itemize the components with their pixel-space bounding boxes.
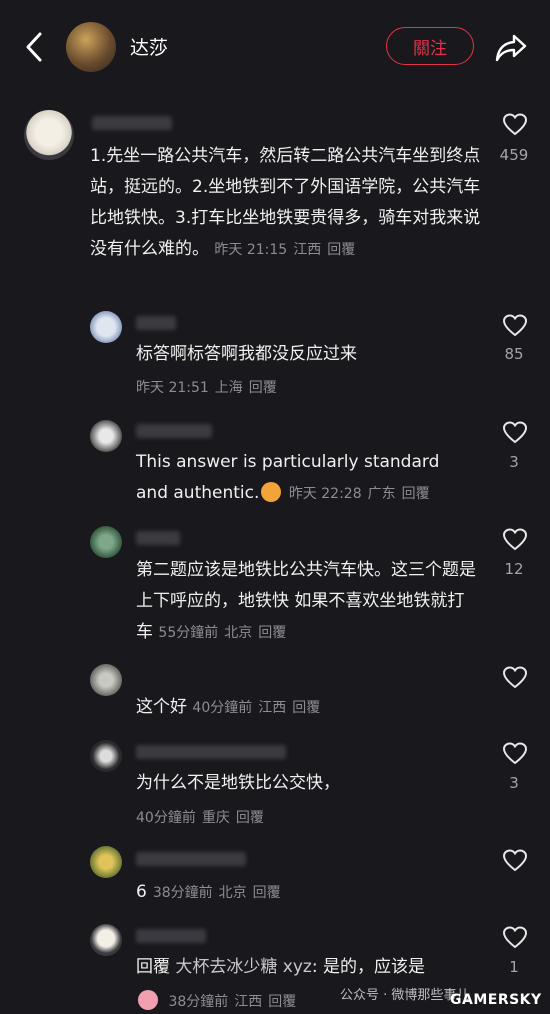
like-count: 459 bbox=[499, 146, 529, 164]
comment-meta: 40分鐘前 江西 回覆 bbox=[192, 700, 326, 716]
like-count: 1 bbox=[509, 958, 519, 976]
follow-button[interactable]: 關注 bbox=[386, 27, 474, 65]
reply-prefix: 回覆 bbox=[136, 957, 170, 977]
comment-text: 回覆 大杯去冰少糖 xyz: 是的，应该是 bbox=[136, 957, 425, 977]
username-blurred bbox=[136, 852, 246, 866]
comment-text: 1.先坐一路公共汽车，然后转二路公共汽车坐到终点站，挺远的。2.坐地铁到不了外国… bbox=[90, 146, 481, 259]
heart-outline-icon[interactable] bbox=[502, 849, 528, 873]
watermark-gamersky: GAMERSKY bbox=[450, 992, 542, 1008]
avatar[interactable] bbox=[90, 924, 122, 956]
reply-button[interactable]: 回覆 bbox=[236, 810, 264, 826]
reply-button[interactable]: 回覆 bbox=[402, 486, 430, 502]
reply-button[interactable]: 回覆 bbox=[292, 700, 320, 716]
comment-text: 标答啊标答啊我都没反应过来 bbox=[136, 344, 357, 364]
reply-to-user[interactable]: 大杯去冰少糖 xyz bbox=[175, 957, 311, 977]
comment-meta: 40分鐘前 重庆 回覆 bbox=[136, 807, 270, 827]
comment-time: 40分鐘前 bbox=[192, 700, 253, 716]
username-blurred bbox=[136, 424, 212, 438]
username-blurred bbox=[136, 531, 180, 545]
emoji-icon bbox=[261, 482, 282, 502]
comment-meta: 55分鐘前 北京 回覆 bbox=[158, 625, 292, 641]
comment-location: 北京 bbox=[224, 625, 253, 641]
comment-text: 这个好 40分鐘前 江西 回覆 bbox=[136, 692, 476, 724]
comment-text: 为什么不是地铁比公交快， bbox=[136, 773, 340, 793]
reply-button[interactable]: 回覆 bbox=[327, 242, 355, 258]
avatar[interactable] bbox=[90, 311, 122, 343]
username-blurred bbox=[136, 929, 206, 943]
comment-location: 北京 bbox=[218, 885, 247, 901]
avatar[interactable] bbox=[90, 526, 122, 558]
reply-button[interactable]: 回覆 bbox=[249, 380, 277, 396]
share-icon[interactable] bbox=[494, 30, 528, 64]
comment-time: 昨天 21:51 bbox=[136, 380, 209, 396]
avatar[interactable] bbox=[24, 110, 74, 160]
heart-outline-icon[interactable] bbox=[502, 421, 528, 445]
comment-time: 55分鐘前 bbox=[158, 625, 219, 641]
like-count: 3 bbox=[509, 774, 519, 792]
comment-time: 昨天 21:15 bbox=[214, 242, 288, 258]
heart-outline-icon[interactable] bbox=[502, 926, 528, 950]
comment-time: 38分鐘前 bbox=[152, 885, 213, 901]
heart-outline-icon[interactable] bbox=[502, 314, 528, 338]
comment-location: 上海 bbox=[214, 380, 243, 396]
avatar[interactable] bbox=[90, 420, 122, 452]
username-blurred bbox=[136, 745, 286, 759]
like-count: 85 bbox=[504, 345, 524, 363]
comment-meta: 昨天 21:51 上海 回覆 bbox=[136, 377, 283, 397]
comment-meta: 昨天 22:28 广东 回覆 bbox=[289, 486, 436, 502]
heart-outline-icon[interactable] bbox=[502, 742, 528, 766]
emoji-icon bbox=[138, 990, 158, 1010]
avatar[interactable] bbox=[90, 740, 122, 772]
username-blurred bbox=[92, 116, 172, 130]
comment-meta: 6 38分鐘前 北京 回覆 bbox=[136, 882, 287, 902]
heart-outline-icon[interactable] bbox=[502, 113, 528, 137]
comment-location: 江西 bbox=[258, 700, 287, 716]
like-count: 12 bbox=[504, 560, 524, 578]
profile-avatar[interactable] bbox=[66, 22, 116, 72]
like-count: 3 bbox=[509, 453, 519, 471]
comment-text: This answer is particularly standard and… bbox=[136, 452, 440, 503]
reply-button[interactable]: 回覆 bbox=[258, 625, 286, 641]
comment-text: 6 bbox=[136, 882, 147, 902]
comment-location: 重庆 bbox=[201, 810, 230, 826]
comment-time: 40分鐘前 bbox=[136, 810, 196, 826]
top-bar: 达莎 關注 bbox=[0, 0, 550, 95]
comment-meta: 昨天 21:15 江西 回覆 bbox=[214, 242, 361, 258]
heart-outline-icon[interactable] bbox=[502, 528, 528, 552]
back-icon[interactable] bbox=[22, 30, 48, 64]
comment-location: 江西 bbox=[293, 242, 322, 258]
heart-outline-icon[interactable] bbox=[502, 666, 528, 690]
reply-button[interactable]: 回覆 bbox=[268, 994, 296, 1010]
username-blurred bbox=[136, 316, 176, 330]
comment-time: 38分鐘前 bbox=[168, 994, 229, 1010]
profile-name[interactable]: 达莎 bbox=[130, 33, 168, 60]
reply-button[interactable]: 回覆 bbox=[253, 885, 281, 901]
comment-meta: 38分鐘前 江西 回覆 bbox=[136, 990, 302, 1011]
avatar[interactable] bbox=[90, 664, 122, 696]
comment-location: 江西 bbox=[234, 994, 263, 1010]
comment-text: 第二题应该是地铁比公共汽车快。这三个题是上下呼应的，地铁快 如果不喜欢坐地铁就打… bbox=[136, 560, 476, 642]
comment-location: 广东 bbox=[367, 486, 396, 502]
avatar[interactable] bbox=[90, 846, 122, 878]
comment-time: 昨天 22:28 bbox=[288, 486, 362, 502]
